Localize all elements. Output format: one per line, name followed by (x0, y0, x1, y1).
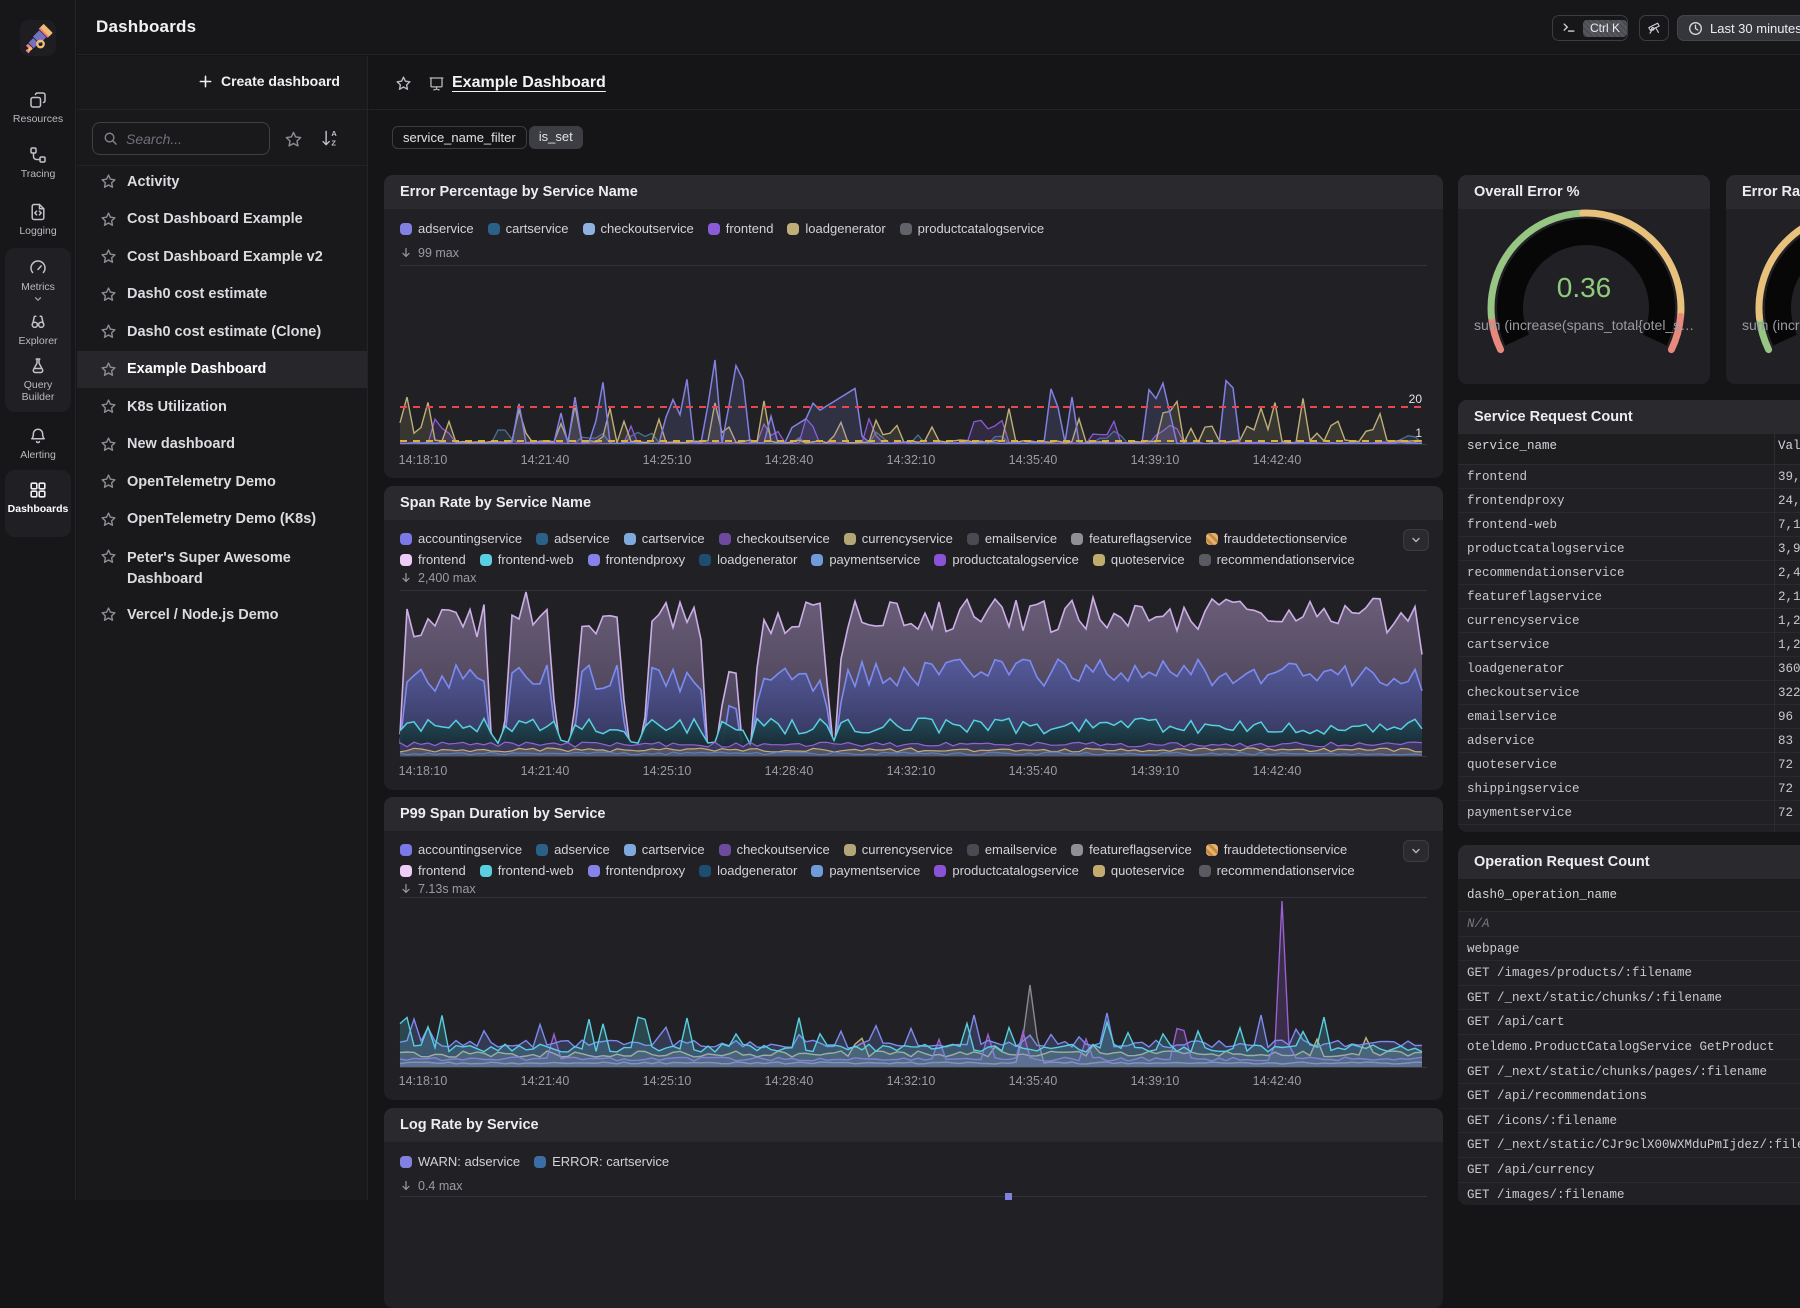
svg-text:Z: Z (331, 139, 336, 148)
svg-text:A: A (331, 129, 337, 138)
svg-text:1: 1 (1415, 426, 1422, 440)
svg-text:20: 20 (1409, 392, 1423, 406)
